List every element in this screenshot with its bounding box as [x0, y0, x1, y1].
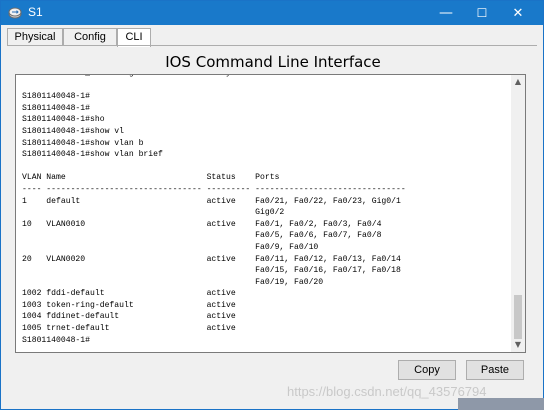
window-title: S1: [28, 5, 43, 19]
paste-button[interactable]: Paste: [466, 360, 524, 380]
packet-tracer-switch-icon: [8, 7, 22, 19]
cli-console[interactable]: %SYS-5-CONFIG_I: Configured from console…: [15, 74, 526, 353]
scroll-up-icon[interactable]: ▲: [511, 77, 525, 87]
switch-s1-window: S1 — ☐ ✕ Physical Config CLI IOS Command…: [0, 0, 544, 410]
panel-title: IOS Command Line Interface: [165, 53, 381, 71]
tab-config[interactable]: Config: [63, 28, 117, 46]
maximize-button[interactable]: ☐: [464, 1, 500, 25]
background-photo: [458, 398, 544, 410]
watermark: https://blog.csdn.net/qq_43576794: [287, 384, 487, 399]
minimize-button[interactable]: —: [428, 1, 464, 25]
tab-divider: [7, 45, 537, 46]
console-scrollbar[interactable]: ▲ ▼: [511, 75, 525, 352]
title-bar[interactable]: S1 — ☐ ✕: [1, 1, 543, 25]
close-button[interactable]: ✕: [500, 1, 536, 25]
scroll-thumb[interactable]: [514, 295, 522, 339]
scroll-down-icon[interactable]: ▼: [511, 340, 525, 350]
copy-button[interactable]: Copy: [398, 360, 456, 380]
cli-output[interactable]: %SYS-5-CONFIG_I: Configured from console…: [22, 75, 406, 346]
tab-physical[interactable]: Physical: [7, 28, 63, 46]
